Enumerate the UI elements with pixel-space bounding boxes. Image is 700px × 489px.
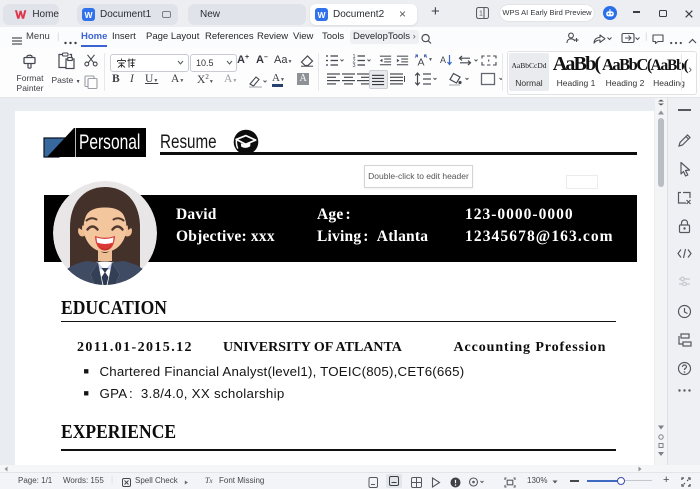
svg-text:1: 1	[479, 11, 483, 18]
svg-text:3: 3	[353, 63, 356, 67]
svg-text:A: A	[418, 57, 425, 68]
svg-text:A: A	[440, 55, 446, 65]
